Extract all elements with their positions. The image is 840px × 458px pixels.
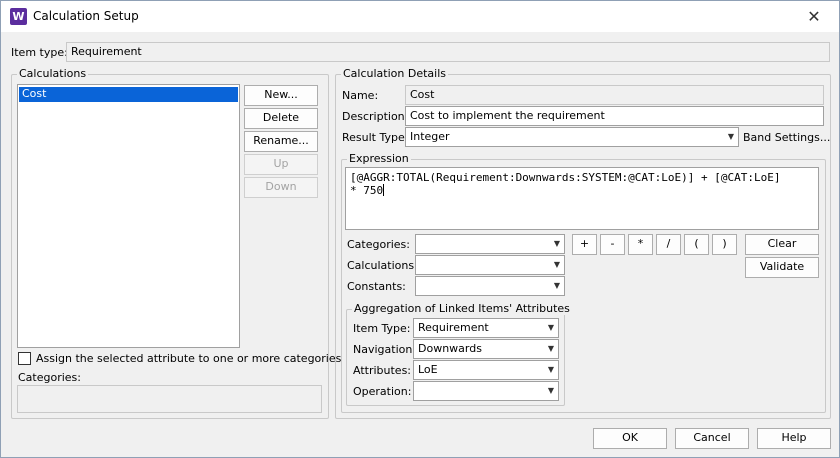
chevron-down-icon: ▼ xyxy=(547,323,554,332)
minus-operator-button[interactable]: - xyxy=(600,234,625,255)
rename-button[interactable]: Rename... xyxy=(244,131,318,152)
categories-label: Categories: xyxy=(18,371,81,384)
agg-navigation-value: Downwards xyxy=(418,342,482,355)
chevron-down-icon: ▼ xyxy=(547,386,554,395)
categories-field xyxy=(17,385,322,413)
agg-attributes-label: Attributes: xyxy=(353,364,412,377)
description-label: Description: xyxy=(342,110,409,123)
divide-operator-button[interactable]: / xyxy=(656,234,681,255)
chevron-down-icon: ▼ xyxy=(553,260,560,269)
title-bar: W Calculation Setup ✕ xyxy=(1,1,839,32)
agg-attributes-value: LoE xyxy=(418,363,438,376)
expression-editor[interactable]: [@AGGR:TOTAL(Requirement:Downwards:SYSTE… xyxy=(345,167,819,230)
expression-line-1: [@AGGR:TOTAL(Requirement:Downwards:SYSTE… xyxy=(350,171,781,184)
agg-navigation-label: Navigation: xyxy=(353,343,417,356)
agg-item-type-label: Item Type: xyxy=(353,322,411,335)
calculations-group-title: Calculations xyxy=(17,67,89,80)
chevron-down-icon: ▼ xyxy=(553,239,560,248)
agg-navigation-select[interactable]: Downwards ▼ xyxy=(413,339,559,359)
delete-button[interactable]: Delete xyxy=(244,108,318,129)
expr-constants-select[interactable]: ▼ xyxy=(415,276,565,296)
calculations-list[interactable]: Cost xyxy=(17,84,240,348)
help-button[interactable]: Help xyxy=(757,428,831,449)
chevron-down-icon: ▼ xyxy=(547,365,554,374)
list-item[interactable]: Cost xyxy=(19,87,238,102)
ok-button[interactable]: OK xyxy=(593,428,667,449)
name-field: Cost xyxy=(405,85,824,105)
agg-operation-select[interactable]: ▼ xyxy=(413,381,559,401)
chevron-down-icon: ▼ xyxy=(547,344,554,353)
expression-group-title: Expression xyxy=(347,152,411,165)
plus-operator-button[interactable]: + xyxy=(572,234,597,255)
name-label: Name: xyxy=(342,89,379,102)
clear-button[interactable]: Clear xyxy=(745,234,819,255)
assign-categories-checkbox[interactable] xyxy=(18,352,31,365)
item-type-label: Item type: xyxy=(11,46,68,59)
cancel-button[interactable]: Cancel xyxy=(675,428,749,449)
expr-calculations-select[interactable]: ▼ xyxy=(415,255,565,275)
result-type-select[interactable]: Integer ▼ xyxy=(405,127,739,147)
result-type-label: Result Type: xyxy=(342,131,409,144)
expr-calculations-label: Calculations: xyxy=(347,259,418,272)
close-paren-button[interactable]: ) xyxy=(712,234,737,255)
text-caret xyxy=(383,184,385,196)
band-settings-link[interactable]: Band Settings... xyxy=(743,131,830,145)
calculation-details-title: Calculation Details xyxy=(341,67,448,80)
open-paren-button[interactable]: ( xyxy=(684,234,709,255)
up-button[interactable]: Up xyxy=(244,154,318,175)
description-input[interactable]: Cost to implement the requirement xyxy=(405,106,824,126)
calculation-setup-dialog: W Calculation Setup ✕ Item type: Require… xyxy=(0,0,840,458)
agg-item-type-select[interactable]: Requirement ▼ xyxy=(413,318,559,338)
window-title: Calculation Setup xyxy=(33,9,139,23)
item-type-field: Requirement xyxy=(66,42,830,62)
result-type-value: Integer xyxy=(410,130,450,143)
agg-item-type-value: Requirement xyxy=(418,321,489,334)
assign-categories-label: Assign the selected attribute to one or … xyxy=(36,352,342,365)
expr-categories-select[interactable]: ▼ xyxy=(415,234,565,254)
expr-constants-label: Constants: xyxy=(347,280,406,293)
multiply-operator-button[interactable]: * xyxy=(628,234,653,255)
expression-line-2: * 750 xyxy=(350,184,384,197)
chevron-down-icon: ▼ xyxy=(553,281,560,290)
agg-attributes-select[interactable]: LoE ▼ xyxy=(413,360,559,380)
aggregation-group-title: Aggregation of Linked Items' Attributes xyxy=(352,302,572,315)
chevron-down-icon: ▼ xyxy=(727,132,734,141)
app-icon: W xyxy=(10,8,27,25)
down-button[interactable]: Down xyxy=(244,177,318,198)
validate-button[interactable]: Validate xyxy=(745,257,819,278)
agg-operation-label: Operation: xyxy=(353,385,412,398)
new-button[interactable]: New... xyxy=(244,85,318,106)
expr-categories-label: Categories: xyxy=(347,238,410,251)
close-icon[interactable]: ✕ xyxy=(791,3,837,31)
